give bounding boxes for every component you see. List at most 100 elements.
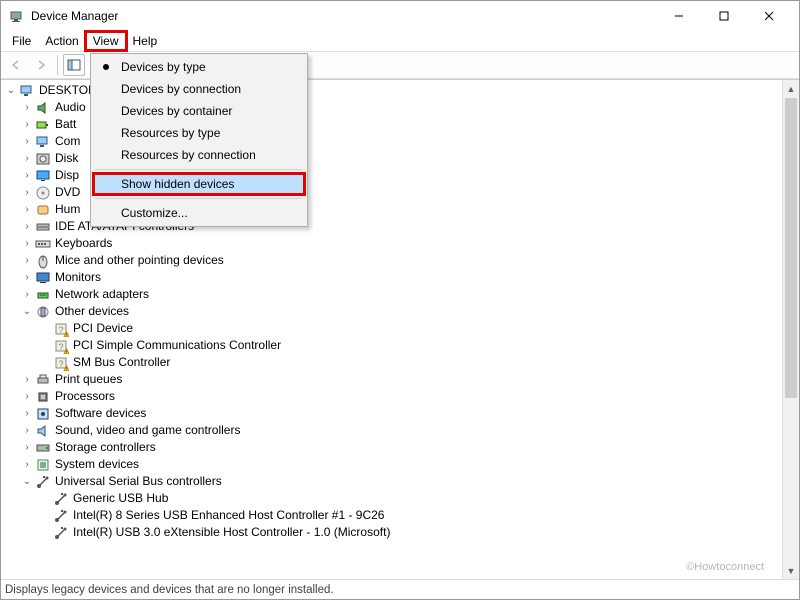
menu-item[interactable]: Customize... xyxy=(93,202,305,224)
expand-collapse-icon[interactable]: › xyxy=(21,153,33,165)
tree-node-label: Keyboards xyxy=(55,235,112,252)
expand-collapse-icon[interactable]: › xyxy=(21,170,33,182)
menu-help[interactable]: Help xyxy=(126,32,165,50)
svg-text:!: ! xyxy=(66,367,67,371)
tree-node-label: Storage controllers xyxy=(55,439,156,456)
usb-icon xyxy=(53,508,69,524)
tree-category[interactable]: ›Sound, video and game controllers xyxy=(3,422,799,439)
storage-icon xyxy=(35,440,51,456)
status-bar: Displays legacy devices and devices that… xyxy=(1,579,799,599)
expand-collapse-icon[interactable]: › xyxy=(21,255,33,267)
menu-item[interactable]: Devices by type xyxy=(93,56,305,78)
tree-node-label: Other devices xyxy=(55,303,129,320)
tree-category[interactable]: › Network adapters xyxy=(3,286,799,303)
minimize-button[interactable] xyxy=(656,2,701,30)
scroll-down-button[interactable]: ▼ xyxy=(783,562,799,579)
tree-category[interactable]: ›System devices xyxy=(3,456,799,473)
menu-item-label: Devices by connection xyxy=(121,82,241,96)
tree-category[interactable]: ›Monitors xyxy=(3,269,799,286)
tree-device[interactable]: ?!SM Bus Controller xyxy=(3,354,799,371)
tree-node-label: Software devices xyxy=(55,405,146,422)
tree-device[interactable]: ?!PCI Device xyxy=(3,320,799,337)
forward-button[interactable] xyxy=(30,54,52,76)
expand-collapse-icon[interactable]: › xyxy=(21,238,33,250)
tree-node-label: Disk xyxy=(55,150,78,167)
expand-collapse-icon[interactable]: › xyxy=(21,272,33,284)
show-hide-console-tree-button[interactable] xyxy=(63,54,85,76)
menu-item-label: Devices by type xyxy=(121,60,206,74)
keyboard-icon xyxy=(35,236,51,252)
expand-collapse-icon[interactable]: ⌄ xyxy=(21,306,33,318)
expand-collapse-icon[interactable]: › xyxy=(21,187,33,199)
expand-collapse-icon[interactable]: › xyxy=(21,119,33,131)
tree-category[interactable]: › Storage controllers xyxy=(3,439,799,456)
scroll-thumb[interactable] xyxy=(785,98,797,398)
tree-device[interactable]: Intel(R) 8 Series USB Enhanced Host Cont… xyxy=(3,507,799,524)
window-title: Device Manager xyxy=(31,9,656,23)
expand-collapse-icon[interactable]: › xyxy=(21,102,33,114)
tree-device[interactable]: Generic USB Hub xyxy=(3,490,799,507)
menu-item[interactable]: Devices by connection xyxy=(93,78,305,100)
tree-device[interactable]: Intel(R) USB 3.0 eXtensible Host Control… xyxy=(3,524,799,541)
expand-collapse-icon[interactable]: › xyxy=(21,221,33,233)
watermark: ©Howtoconnect xyxy=(686,561,764,573)
tree-node-label: Processors xyxy=(55,388,115,405)
tree-category[interactable]: ⌄ Universal Serial Bus controllers xyxy=(3,473,799,490)
tree-category[interactable]: ⌄ Other devices xyxy=(3,303,799,320)
usb-icon xyxy=(35,474,51,490)
menu-item-label: Resources by type xyxy=(121,126,220,140)
cpu-icon xyxy=(35,389,51,405)
menu-item[interactable]: Resources by type xyxy=(93,122,305,144)
expand-collapse-icon[interactable]: › xyxy=(21,204,33,216)
tree-category[interactable]: ›Print queues xyxy=(3,371,799,388)
network-icon xyxy=(35,287,51,303)
tree-node-label: PCI Device xyxy=(73,320,133,337)
scroll-up-button[interactable]: ▲ xyxy=(783,80,799,97)
tree-node-label: Intel(R) USB 3.0 eXtensible Host Control… xyxy=(73,524,390,541)
expand-collapse-icon[interactable]: › xyxy=(21,408,33,420)
unknown-icon: ?! xyxy=(53,338,69,354)
mouse-icon xyxy=(35,253,51,269)
tree-category[interactable]: › Keyboards xyxy=(3,235,799,252)
tree-category[interactable]: › Processors xyxy=(3,388,799,405)
expand-collapse-icon[interactable]: ⌄ xyxy=(5,85,17,97)
battery-icon xyxy=(35,117,51,133)
view-dropdown-menu: Devices by type Devices by connection Devi… xyxy=(90,53,308,227)
tree-node-label: Com xyxy=(55,133,80,150)
expand-collapse-icon[interactable]: › xyxy=(21,374,33,386)
expand-collapse-icon[interactable]: › xyxy=(21,425,33,437)
menu-separator xyxy=(95,169,303,170)
title-bar: Device Manager xyxy=(1,1,799,31)
menu-item-label: Customize... xyxy=(121,206,188,220)
expand-collapse-icon[interactable]: › xyxy=(21,289,33,301)
svg-text:?: ? xyxy=(58,342,63,352)
svg-text:?: ? xyxy=(58,359,63,369)
expand-collapse-icon[interactable]: › xyxy=(21,442,33,454)
maximize-button[interactable] xyxy=(701,2,746,30)
menu-item[interactable]: Show hidden devices xyxy=(93,173,305,195)
close-button[interactable] xyxy=(746,2,791,30)
sound-icon xyxy=(35,423,51,439)
vertical-scrollbar[interactable]: ▲ ▼ xyxy=(782,80,799,579)
tree-category[interactable]: ›Mice and other pointing devices xyxy=(3,252,799,269)
tree-device[interactable]: ?!PCI Simple Communications Controller xyxy=(3,337,799,354)
display-icon xyxy=(35,168,51,184)
expand-collapse-icon[interactable]: › xyxy=(21,391,33,403)
other-icon xyxy=(35,304,51,320)
toolbar-separator xyxy=(57,55,58,75)
menu-file[interactable]: File xyxy=(5,32,38,50)
menu-item[interactable]: Resources by connection xyxy=(93,144,305,166)
unknown-icon: ?! xyxy=(53,321,69,337)
menu-action[interactable]: Action xyxy=(38,32,85,50)
tree-node-label: Network adapters xyxy=(55,286,149,303)
menu-separator xyxy=(95,198,303,199)
back-button[interactable] xyxy=(5,54,27,76)
tree-category[interactable]: › Software devices xyxy=(3,405,799,422)
menu-item[interactable]: Devices by container xyxy=(93,100,305,122)
tree-node-label: Universal Serial Bus controllers xyxy=(55,473,222,490)
expand-collapse-icon[interactable]: ⌄ xyxy=(21,476,33,488)
expand-collapse-icon[interactable]: › xyxy=(21,136,33,148)
tree-node-label: Intel(R) 8 Series USB Enhanced Host Cont… xyxy=(73,507,384,524)
expand-collapse-icon[interactable]: › xyxy=(21,459,33,471)
menu-view[interactable]: View xyxy=(86,32,126,50)
